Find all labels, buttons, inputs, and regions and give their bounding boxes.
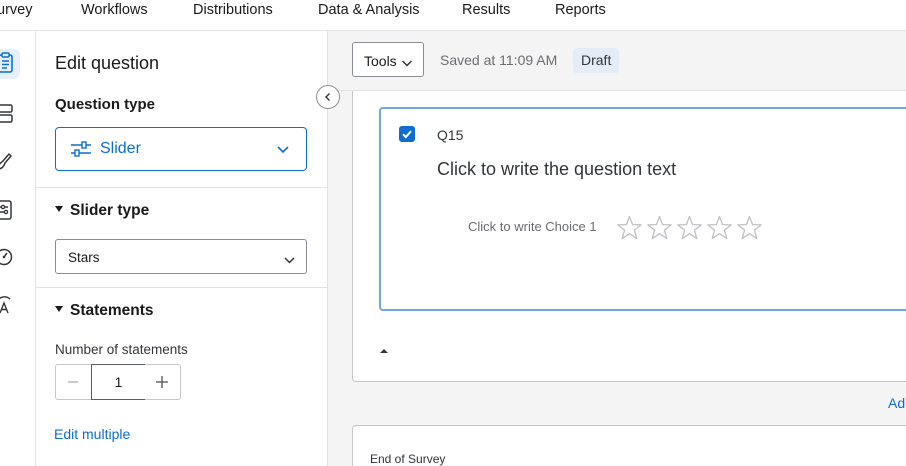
question-block: Q15 Click to write the question text Cli… (352, 91, 906, 382)
status-badge: Draft (573, 48, 620, 73)
star-icon[interactable] (645, 214, 674, 243)
statements-stepper: 1 (55, 364, 182, 400)
tab-reports[interactable]: Reports (555, 2, 606, 18)
star-icon[interactable] (705, 214, 734, 243)
look-and-feel-icon[interactable] (0, 150, 16, 172)
top-nav: urvey Workflows Distributions Data & Ana… (0, 0, 906, 31)
collapse-panel-button[interactable] (316, 85, 340, 109)
translate-icon[interactable] (0, 294, 16, 316)
collapse-block-button[interactable] (377, 343, 391, 353)
plus-icon (156, 376, 168, 388)
statements-heading: Statements (70, 302, 154, 319)
edit-question-panel: Edit question Question type Slider Slide… (36, 31, 328, 466)
minus-icon (68, 381, 78, 383)
slider-type-toggle[interactable]: Slider type (55, 202, 149, 220)
caret-down-icon (55, 306, 63, 312)
caret-up-icon (380, 349, 388, 353)
tab-survey[interactable]: urvey (0, 2, 32, 18)
slider-type-heading: Slider type (70, 202, 150, 219)
end-of-survey-block: End of Survey (352, 425, 906, 466)
star-icon[interactable] (675, 214, 704, 243)
tab-results[interactable]: Results (462, 2, 510, 18)
question-checkbox[interactable] (399, 126, 415, 142)
divider (36, 287, 328, 288)
slider-type-select[interactable]: Stars (55, 239, 307, 274)
choice-label[interactable]: Click to write Choice 1 (468, 219, 597, 234)
survey-flow-icon[interactable] (0, 199, 16, 221)
statements-count-input[interactable]: 1 (91, 364, 146, 400)
slider-type-value: Stars (68, 250, 100, 265)
saved-status: Saved at 11:09 AM (440, 52, 558, 68)
number-of-statements-label: Number of statements (55, 342, 188, 357)
increment-button[interactable] (145, 364, 181, 400)
star-icon[interactable] (615, 214, 644, 243)
layout-icon[interactable] (0, 103, 16, 125)
question-type-select[interactable]: Slider (55, 127, 307, 171)
tool-rail (0, 31, 36, 466)
survey-canvas: Tools Saved at 11:09 AM Draft Q15 Click … (328, 31, 906, 466)
question-text[interactable]: Click to write the question text (437, 159, 676, 180)
survey-options-icon[interactable] (0, 246, 16, 268)
tab-workflows[interactable]: Workflows (81, 2, 148, 18)
add-block-link[interactable]: Ad (888, 395, 905, 411)
chevron-down-icon (276, 142, 290, 160)
survey-icon[interactable] (0, 49, 20, 79)
tools-label: Tools (364, 53, 397, 69)
checkmark-icon (402, 130, 412, 139)
edit-multiple-link[interactable]: Edit multiple (54, 426, 130, 442)
tab-distributions[interactable]: Distributions (193, 2, 273, 18)
editor-toolbar: Tools Saved at 11:09 AM Draft (328, 31, 906, 91)
decrement-button[interactable] (55, 364, 91, 400)
question-type-value: Slider (100, 140, 141, 157)
chevron-down-icon (401, 55, 413, 73)
end-of-survey-label: End of Survey (370, 452, 446, 466)
chevron-left-icon (325, 93, 330, 101)
tools-button[interactable]: Tools (352, 42, 424, 77)
question-card[interactable]: Q15 Click to write the question text Cli… (379, 107, 906, 311)
question-number: Q15 (437, 127, 464, 143)
statements-toggle[interactable]: Statements (55, 302, 154, 320)
slider-icon (70, 140, 92, 163)
panel-title: Edit question (55, 53, 160, 73)
star-icon[interactable] (735, 214, 764, 243)
tab-data-analysis[interactable]: Data & Analysis (318, 2, 420, 18)
caret-down-icon (55, 206, 63, 212)
chevron-down-icon (283, 252, 296, 270)
divider (36, 187, 328, 188)
question-type-heading: Question type (55, 96, 156, 113)
